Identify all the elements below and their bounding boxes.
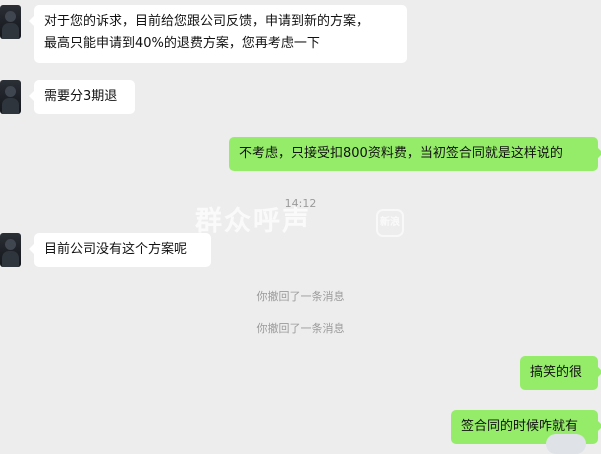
message-bubble[interactable]: 目前公司没有这个方案呢 [29,233,211,267]
message-row: 签合同的时候咋就有 [0,410,601,444]
message-row: 目前公司没有这个方案呢 [0,233,601,267]
user-avatar[interactable] [0,5,21,39]
user-avatar[interactable] [0,233,21,267]
message-row: 需要分3期退 [0,80,601,114]
message-bubble[interactable]: 不考虑，只接受扣800资料费，当初签合同就是这样说的 [229,137,601,171]
message-bubble[interactable]: 对于您的诉求，目前给您跟公司反馈，申请到新的方案， 最高只能申请到40%的退费方… [29,5,407,63]
message-status-indicator [546,434,586,454]
message-bubble[interactable]: 搞笑的很 [520,356,601,390]
message-row: 不考虑，只接受扣800资料费，当初签合同就是这样说的 [0,137,601,171]
chat-window: 对于您的诉求，目前给您跟公司反馈，申请到新的方案， 最高只能申请到40%的退费方… [0,0,601,454]
message-bubble[interactable]: 需要分3期退 [29,80,135,114]
recall-notice: 你撤回了一条消息 [256,290,345,303]
message-row: 对于您的诉求，目前给您跟公司反馈，申请到新的方案， 最高只能申请到40%的退费方… [0,5,601,63]
message-row: 搞笑的很 [0,356,601,390]
recall-notice: 你撤回了一条消息 [256,322,345,335]
chat-timestamp: 14:12 [284,197,317,210]
user-avatar[interactable] [0,80,21,114]
